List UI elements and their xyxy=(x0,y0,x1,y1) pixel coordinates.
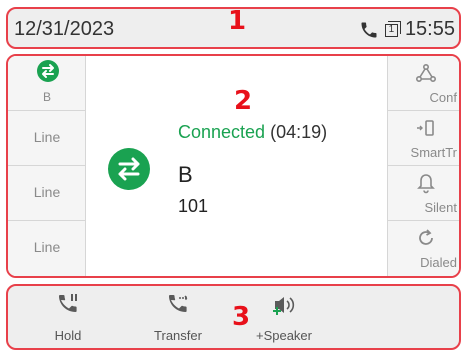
conference-icon xyxy=(415,63,437,83)
line-key-2[interactable]: Line xyxy=(8,111,85,166)
transfer-icon xyxy=(169,295,189,312)
line-key-4[interactable]: Line xyxy=(8,221,85,276)
hold-label: Hold xyxy=(54,328,82,343)
silent-label: Silent xyxy=(424,200,457,215)
line-key-label: Line xyxy=(33,184,61,200)
conf-key[interactable]: Conf xyxy=(388,56,459,111)
line-key-label: B xyxy=(42,90,51,104)
bell-icon xyxy=(417,174,435,194)
phone-icon xyxy=(361,22,377,37)
call-panel: B Line Line Line Connected (04:19) B 101… xyxy=(6,54,461,278)
transfer-softkey[interactable]: Transfer xyxy=(128,286,228,348)
call-status: Connected (04:19) xyxy=(178,122,327,143)
transfer-label: Transfer xyxy=(154,328,202,343)
clock: 15:55 xyxy=(404,18,455,40)
line-key-label: Line xyxy=(33,239,61,255)
dialed-label: Dialed xyxy=(420,255,457,270)
connection-state: Connected xyxy=(178,122,266,142)
smart-transfer-key[interactable]: SmartTr xyxy=(388,111,459,166)
caller-name: B xyxy=(178,162,193,187)
call-duration: (04:19) xyxy=(270,122,328,142)
transfer-arrows-icon xyxy=(37,60,59,82)
line-key-b[interactable]: B xyxy=(8,56,85,111)
function-keys: Conf SmartTr Silent Dialed xyxy=(387,56,459,276)
status-icons: 1 15:55 xyxy=(359,18,455,41)
silent-key[interactable]: Silent xyxy=(388,166,459,221)
dialed-key[interactable]: Dialed xyxy=(388,221,459,276)
line-badge-icon: 1 xyxy=(383,20,401,39)
call-transfer-icon xyxy=(108,148,150,190)
speaker-icon xyxy=(273,297,295,315)
date: 12/31/2023 xyxy=(14,18,115,40)
smart-transfer-label: SmartTr xyxy=(410,145,457,160)
line-key-3[interactable]: Line xyxy=(8,166,85,221)
line-key-label: Line xyxy=(33,129,61,145)
line-keys: B Line Line Line xyxy=(8,56,86,276)
smart-transfer-icon xyxy=(417,120,434,136)
hold-icon xyxy=(59,294,77,312)
annotation-1: 1 xyxy=(228,6,247,36)
hold-softkey[interactable]: Hold xyxy=(18,286,118,348)
annotation-3: 3 xyxy=(232,302,251,332)
caller-number: 101 xyxy=(178,196,209,216)
conf-label: Conf xyxy=(429,90,457,105)
redial-icon xyxy=(419,229,433,245)
softkey-bar: Hold Transfer +Speaker 3 xyxy=(6,284,461,350)
annotation-2: 2 xyxy=(234,86,253,116)
